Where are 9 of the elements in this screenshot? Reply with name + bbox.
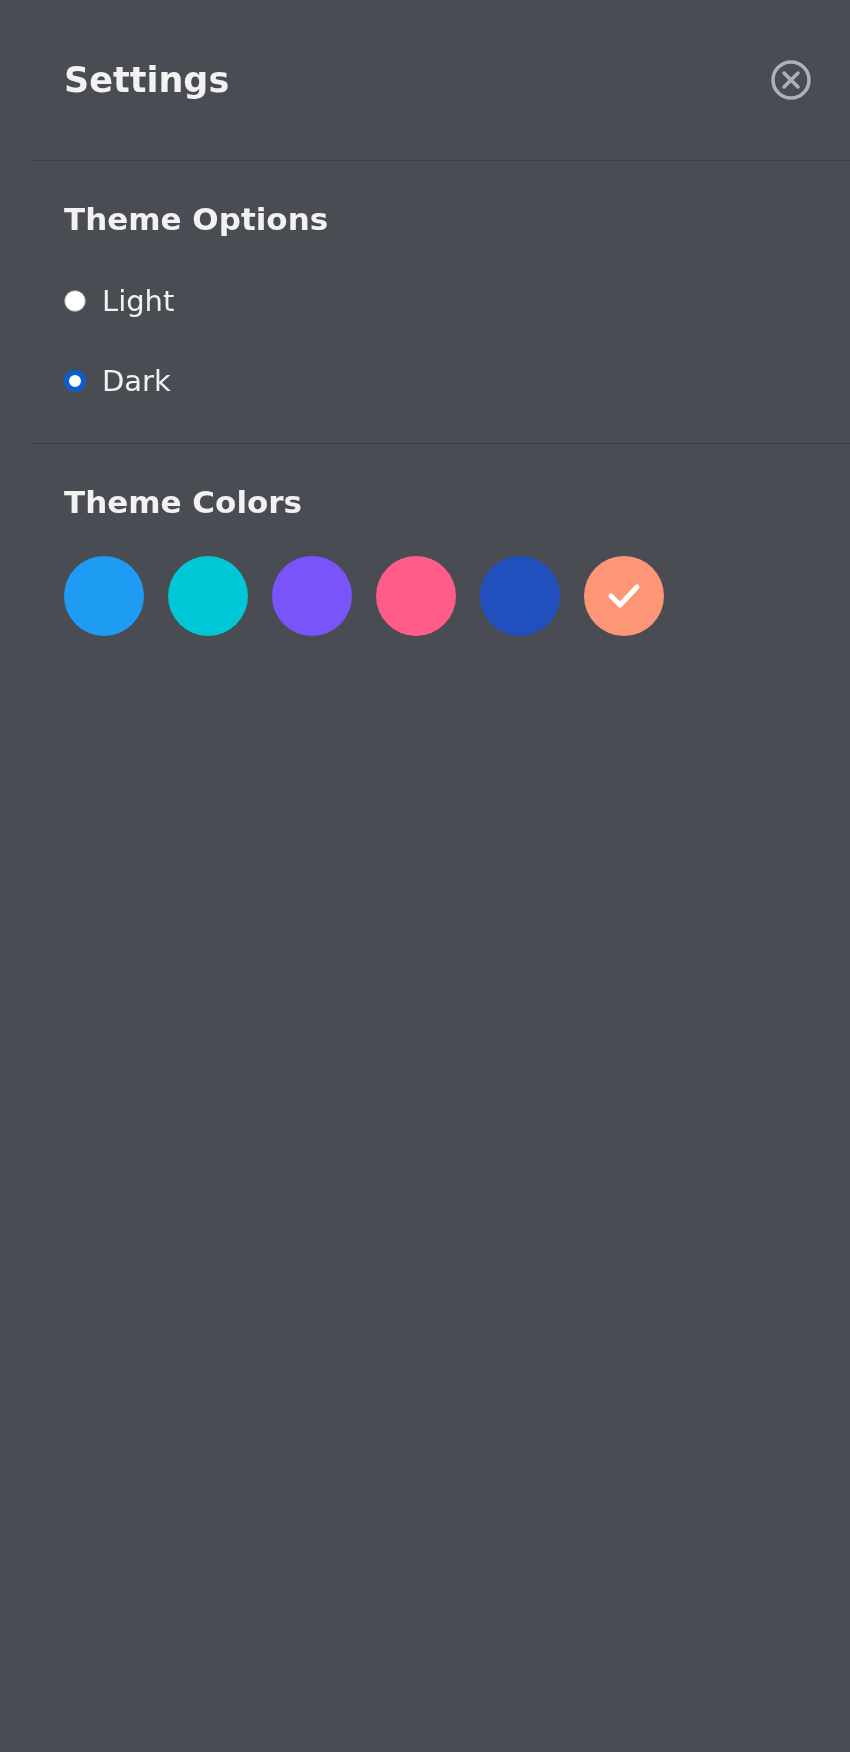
radio-icon[interactable] xyxy=(64,370,86,392)
close-icon[interactable] xyxy=(770,59,812,101)
radio-option[interactable]: Dark xyxy=(64,361,818,401)
panel-title: Settings xyxy=(64,60,230,100)
radio-icon[interactable] xyxy=(64,290,86,312)
checkmark-icon xyxy=(607,583,641,609)
section-heading: Theme Colors xyxy=(64,484,304,520)
section-heading: Theme Options xyxy=(64,201,330,237)
radio-option[interactable]: Light xyxy=(64,281,818,321)
